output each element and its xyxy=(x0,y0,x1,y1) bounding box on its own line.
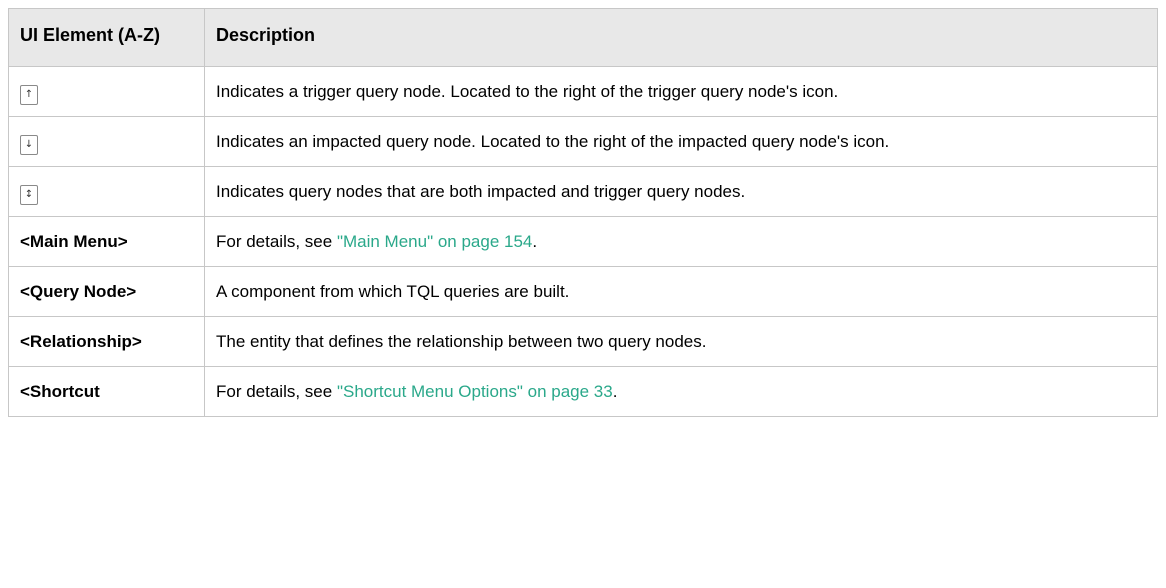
header-description: Description xyxy=(204,8,1158,67)
description-cell: Indicates query nodes that are both impa… xyxy=(204,166,1158,217)
description-text: For details, see xyxy=(216,232,337,251)
description-cell: For details, see "Shortcut Menu Options"… xyxy=(204,366,1158,417)
table-row: <Main Menu> For details, see "Main Menu"… xyxy=(8,216,1158,267)
description-text: For details, see xyxy=(216,382,337,401)
table-row: ↑ Indicates a trigger query node. Locate… xyxy=(8,66,1158,117)
table-row: ↕ Indicates query nodes that are both im… xyxy=(8,166,1158,217)
element-query-node: <Query Node> xyxy=(8,266,205,317)
main-menu-link[interactable]: "Main Menu" on page 154 xyxy=(337,232,532,251)
element-main-menu: <Main Menu> xyxy=(8,216,205,267)
element-cell: ↑ xyxy=(8,66,205,117)
table-header: UI Element (A-Z) Description xyxy=(8,8,1158,67)
element-cell: ↓ xyxy=(8,116,205,167)
element-relationship: <Relationship> xyxy=(8,316,205,367)
table-row: <Shortcut For details, see "Shortcut Men… xyxy=(8,366,1158,417)
table-row: <Query Node> A component from which TQL … xyxy=(8,266,1158,317)
impacted-arrow-down-icon: ↓ xyxy=(20,135,38,155)
shortcut-menu-link[interactable]: "Shortcut Menu Options" on page 33 xyxy=(337,382,613,401)
description-cell: A component from which TQL queries are b… xyxy=(204,266,1158,317)
description-cell: The entity that defines the relationship… xyxy=(204,316,1158,367)
trigger-arrow-up-icon: ↑ xyxy=(20,85,38,105)
table-row: <Relationship> The entity that defines t… xyxy=(8,316,1158,367)
both-arrows-icon: ↕ xyxy=(20,185,38,205)
header-row: UI Element (A-Z) Description xyxy=(8,8,1158,67)
element-shortcut: <Shortcut xyxy=(8,366,205,417)
description-cell: Indicates a trigger query node. Located … xyxy=(204,66,1158,117)
ui-elements-table: UI Element (A-Z) Description ↑ Indicates… xyxy=(8,8,1158,417)
description-text: . xyxy=(612,382,618,401)
table-row: ↓ Indicates an impacted query node. Loca… xyxy=(8,116,1158,167)
element-cell: ↕ xyxy=(8,166,205,217)
header-ui-element: UI Element (A-Z) xyxy=(8,8,205,67)
description-cell: Indicates an impacted query node. Locate… xyxy=(204,116,1158,167)
description-cell: For details, see "Main Menu" on page 154… xyxy=(204,216,1158,267)
description-text: . xyxy=(532,232,538,251)
